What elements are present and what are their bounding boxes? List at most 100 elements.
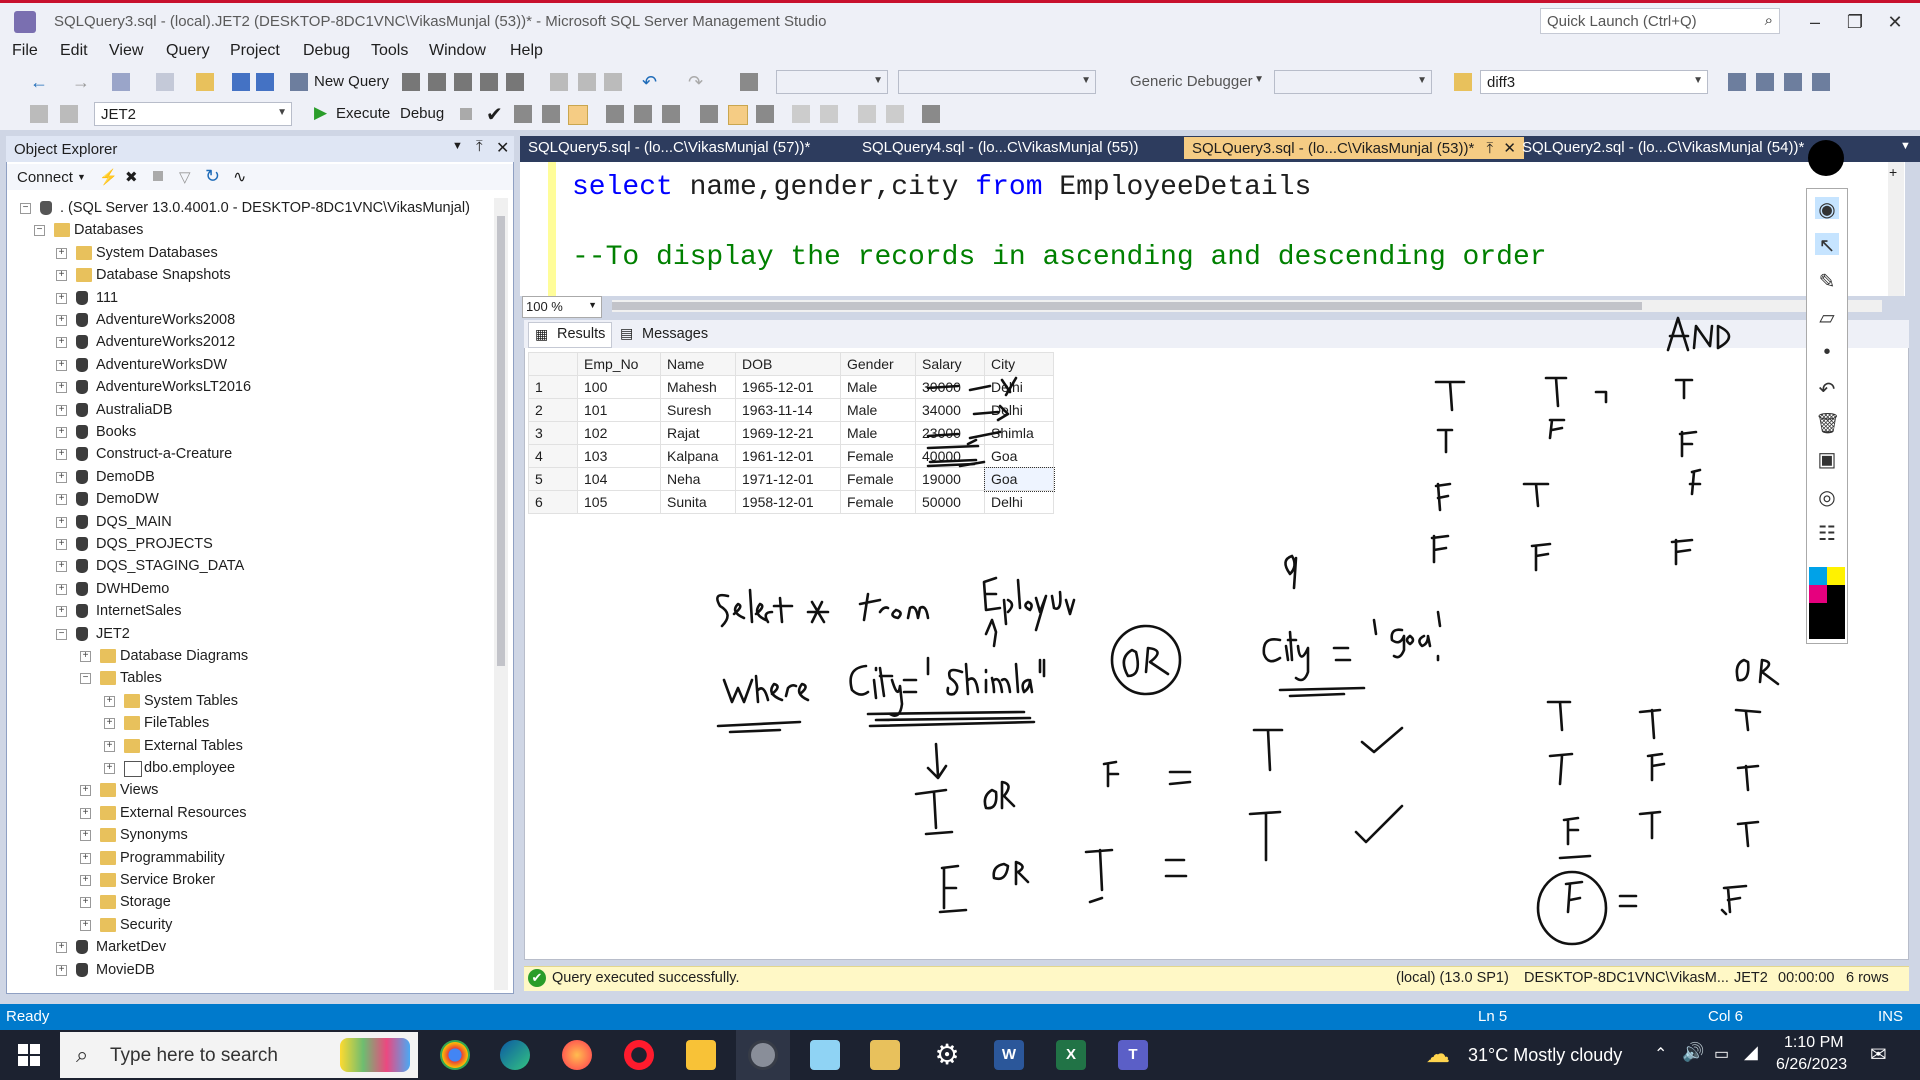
ink-check2	[1354, 804, 1404, 844]
ink-shimla-underline	[866, 710, 1036, 728]
pen-icon[interactable]: ✎	[1815, 269, 1839, 293]
ink-annotations	[716, 316, 1780, 946]
weather-text[interactable]: 31°C Mostly cloudy	[1468, 1045, 1622, 1066]
taskbar-search-placeholder: Type here to search	[110, 1045, 278, 1066]
start-windows-icon[interactable]	[18, 1044, 40, 1066]
ink-f	[1562, 816, 1580, 846]
ink-city2	[1262, 630, 1310, 682]
excel-icon[interactable]: X	[1056, 1040, 1086, 1070]
teams-icon[interactable]: T	[1118, 1040, 1148, 1070]
status-server: (local) (13.0 SP1)	[1396, 970, 1509, 986]
taskbar-search-input[interactable]: ⌕ Type here to search	[60, 1032, 418, 1078]
trash-icon[interactable]: 🗑	[1815, 411, 1840, 435]
status-bar: Ready Ln 5 Col 6 INS	[0, 1004, 1920, 1030]
volume-icon[interactable]: 🔊	[1682, 1042, 1704, 1063]
query-status-bar: ✔ Query executed successfully. (local) (…	[524, 966, 1909, 991]
color-swatch-black[interactable]	[1809, 603, 1845, 639]
color-palette[interactable]	[1809, 567, 1845, 639]
opera-icon[interactable]	[624, 1040, 654, 1070]
ink-city	[849, 664, 904, 717]
color-swatch-black-2[interactable]	[1827, 585, 1845, 603]
ink-t	[1638, 810, 1662, 840]
status-insert-mode: INS	[1878, 1008, 1904, 1025]
ink-f	[1646, 752, 1666, 782]
ink-goa-underline	[1278, 686, 1366, 698]
ink-arrow	[926, 742, 948, 780]
ink-t	[1736, 820, 1760, 848]
ink-equals2	[1332, 646, 1352, 662]
ink-t	[1544, 376, 1608, 408]
ink-q	[1284, 554, 1298, 590]
ink-f-or-t	[938, 848, 1188, 914]
status-line: Ln 5	[1478, 1008, 1508, 1025]
ink-t-result	[1252, 728, 1284, 772]
ink-t	[1546, 700, 1572, 732]
firefox-icon[interactable]	[562, 1040, 592, 1070]
ink-equals	[902, 678, 918, 694]
ink-toolbar: ◉ ↖ ✎ ▱ • ↶ 🗑 ▣ ◎ ☷	[1806, 188, 1848, 644]
weather-cloud-icon[interactable]: ☁	[1426, 1040, 1450, 1069]
notepad-icon[interactable]	[810, 1040, 840, 1070]
file-explorer-icon[interactable]	[686, 1040, 716, 1070]
dot-icon[interactable]: •	[1815, 341, 1839, 363]
color-swatch-yellow[interactable]	[1827, 567, 1845, 585]
ink-select-query	[716, 588, 794, 628]
ink-f	[1678, 430, 1698, 458]
ink-where	[722, 674, 810, 704]
ink-f	[1434, 482, 1452, 512]
ink-f	[1548, 418, 1566, 440]
cursor-icon[interactable]: ↖	[1815, 233, 1839, 257]
status-ready: Ready	[6, 1008, 50, 1025]
notifications-icon[interactable]: ✉	[1870, 1042, 1887, 1067]
whiteboard-icon[interactable]: ▣	[1815, 447, 1839, 471]
ink-employee	[982, 576, 1076, 632]
ink-or-header	[1735, 658, 1780, 686]
settings-gear-icon[interactable]: ⚙	[932, 1040, 962, 1070]
ink-t	[1522, 482, 1550, 508]
ink-f	[1564, 880, 1584, 914]
color-swatch-cyan[interactable]	[1809, 567, 1827, 585]
ink-caret	[984, 618, 998, 648]
eye-icon[interactable]: ◉	[1815, 197, 1839, 221]
ink-f	[1530, 542, 1552, 572]
eraser-icon[interactable]: ▱	[1815, 305, 1839, 329]
ink-f	[1670, 538, 1694, 566]
ink-f	[1720, 884, 1748, 916]
clipboard-icon[interactable]: ☷	[1815, 521, 1839, 545]
chrome-icon[interactable]	[440, 1040, 470, 1070]
ink-strike	[926, 430, 1002, 446]
ink-where-underline	[716, 720, 802, 734]
ink-t-result2	[1248, 810, 1282, 862]
network-icon[interactable]: ◢	[1744, 1042, 1758, 1063]
ink-t	[1734, 708, 1762, 732]
color-swatch-magenta[interactable]	[1809, 585, 1827, 603]
battery-icon[interactable]: ▭	[1714, 1044, 1729, 1064]
ink-t	[1548, 752, 1574, 786]
edge-icon[interactable]	[500, 1040, 530, 1070]
status-user: DESKTOP-8DC1VNC\VikasM...	[1524, 970, 1729, 986]
ink-app-logo-icon[interactable]	[1808, 140, 1844, 176]
undo-ink-icon[interactable]: ↶	[1815, 377, 1839, 401]
ink-check	[1360, 726, 1404, 754]
ink-f-strike	[1558, 854, 1592, 860]
taskbar-search-icon: ⌕	[76, 1042, 89, 1067]
ink-t	[1434, 380, 1466, 412]
clock-date[interactable]: 6/26/2023	[1776, 1056, 1847, 1074]
ink-strike	[926, 376, 1018, 397]
camera-icon[interactable]: ◎	[1815, 485, 1839, 509]
ink-from	[858, 592, 930, 622]
ink-goa	[1372, 610, 1442, 662]
search-highlight-dna-icon	[340, 1038, 410, 1072]
show-hidden-icons-icon[interactable]: ⌃	[1654, 1044, 1667, 1064]
ink-t	[1436, 428, 1454, 454]
ink-t-or-f	[914, 760, 1192, 836]
ssms-taskbar-icon[interactable]	[870, 1040, 900, 1070]
ink-star	[806, 600, 830, 624]
clock-time[interactable]: 1:10 PM	[1784, 1034, 1844, 1052]
ink-strike	[926, 444, 986, 468]
status-time: 00:00:00	[1778, 970, 1835, 986]
ink-app-active-indicator	[736, 1030, 790, 1080]
success-check-icon: ✔	[528, 969, 546, 987]
word-icon[interactable]: W	[994, 1040, 1024, 1070]
status-rows: 6 rows	[1846, 970, 1889, 986]
